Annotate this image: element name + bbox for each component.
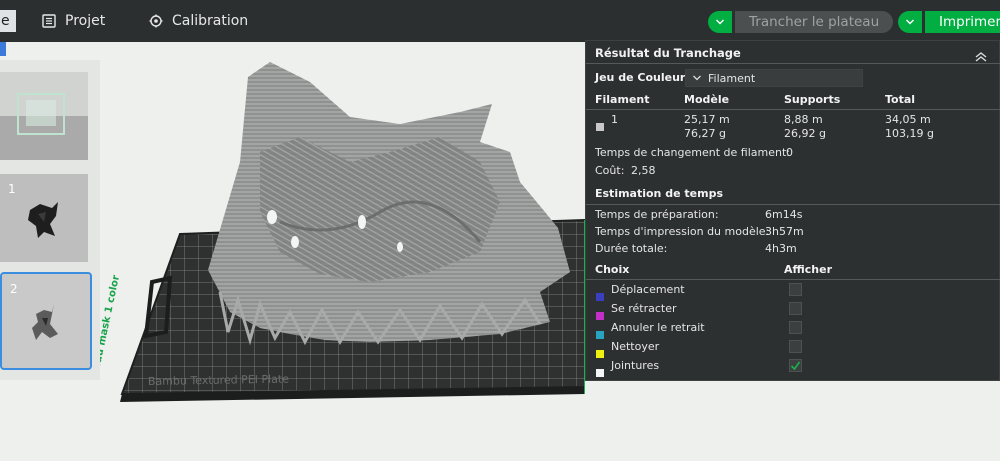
project-icon: [42, 14, 56, 28]
show-wipe-checkbox[interactable]: [789, 340, 802, 353]
show-travel-checkbox[interactable]: [789, 283, 802, 296]
total-time-value: 4h3m: [765, 242, 797, 255]
supports-length: 8,88 m: [784, 113, 823, 126]
show-retract-checkbox[interactable]: [789, 302, 802, 315]
cost-label: Coût:: [595, 164, 625, 177]
legend-swatch-travel: [596, 286, 604, 305]
tab-prepare[interactable]: e: [0, 10, 16, 32]
model-length: 25,17 m: [684, 113, 730, 126]
plate-side-label: corbeau mask 1 color: [100, 274, 122, 394]
filament-change-label: Temps de changement de filament:: [595, 146, 790, 159]
legend-swatch-seams: [596, 362, 604, 381]
show-unretract-checkbox[interactable]: [789, 321, 802, 334]
legend-swatch-wipe: [596, 343, 604, 362]
total-length: 34,05 m: [885, 113, 931, 126]
plate-thumbnail-selected[interactable]: 2: [0, 272, 92, 370]
plate-thumbnail[interactable]: [0, 72, 88, 160]
legend-label-wipe: Nettoyer: [611, 340, 660, 353]
color-scheme-select[interactable]: Filament: [685, 69, 863, 87]
model-print-time-label: Temps d'impression du modèle:: [595, 225, 770, 238]
total-weight: 103,19 g: [885, 127, 934, 140]
column-header-model: Modèle: [684, 93, 730, 106]
filament-change-value: 0: [786, 146, 793, 159]
filament-id: 1: [611, 113, 618, 126]
slice-dropdown-button[interactable]: [708, 11, 732, 33]
chevron-down-icon: [715, 19, 725, 25]
model-weight: 76,27 g: [684, 127, 726, 140]
top-toolbar: e Projet Calibration Trancher le plateau…: [0, 0, 1000, 42]
tab-project[interactable]: Projet: [42, 0, 105, 42]
chevron-down-icon: [905, 19, 915, 25]
tab-project-label: Projet: [65, 13, 106, 29]
filament-swatch: [596, 116, 604, 135]
choice-header: Choix: [595, 263, 630, 276]
calibration-icon: [149, 14, 163, 28]
print-dropdown-button[interactable]: [898, 11, 922, 33]
plate-preview-image: [0, 72, 88, 160]
legend-label-travel: Déplacement: [611, 283, 685, 296]
plate-label: Bambu Textured PEI Plate: [148, 373, 289, 388]
column-header-total: Total: [885, 93, 916, 106]
prep-time-value: 6m14s: [765, 208, 803, 221]
checkmark-icon: [790, 361, 801, 371]
legend-label-retract: Se rétracter: [611, 302, 677, 315]
panel-title: Résultat du Tranchage: [595, 46, 741, 60]
show-header: Afficher: [784, 263, 833, 276]
sliced-model-preview: Bambu Textured PEI Plate corbeau mask 1 …: [86, 62, 586, 402]
prep-time-label: Temps de préparation:: [595, 208, 719, 221]
plate-list: 1 2: [0, 60, 100, 380]
legend-label-seams: Jointures: [611, 359, 660, 372]
legend-swatch-unretract: [596, 324, 604, 343]
color-scheme-label: Jeu de Couleur: [595, 71, 686, 84]
total-time-label: Durée totale:: [595, 242, 668, 255]
tab-calibration-label: Calibration: [172, 13, 249, 29]
color-scheme-value: Filament: [708, 71, 756, 85]
legend-label-unretract: Annuler le retrait: [611, 321, 705, 334]
time-section-title: Estimation de temps: [595, 187, 723, 200]
model-print-time-value: 3h57m: [765, 225, 804, 238]
supports-weight: 26,92 g: [784, 127, 826, 140]
legend-swatch-retract: [596, 305, 604, 324]
model-mesh: [208, 62, 570, 346]
slice-result-panel: Résultat du Tranchage Jeu de Couleur Fil…: [585, 40, 1000, 381]
column-header-supports: Supports: [784, 93, 841, 106]
print-plate-button[interactable]: Imprimer p: [925, 11, 1000, 33]
3d-viewport[interactable]: Bambu Textured PEI Plate corbeau mask 1 …: [86, 42, 586, 461]
slice-plate-button[interactable]: Trancher le plateau: [735, 11, 894, 33]
plate-number: 1: [8, 182, 16, 196]
column-header-filament: Filament: [595, 93, 650, 106]
cost-value: 2,58: [631, 164, 656, 177]
plate-selector-marker: [0, 42, 6, 56]
chevron-down-icon: [693, 75, 701, 81]
plate-thumbnail[interactable]: 1: [0, 174, 88, 262]
show-seams-checkbox[interactable]: [789, 359, 802, 372]
plate-number: 2: [10, 282, 18, 296]
tab-calibration[interactable]: Calibration: [149, 0, 248, 42]
